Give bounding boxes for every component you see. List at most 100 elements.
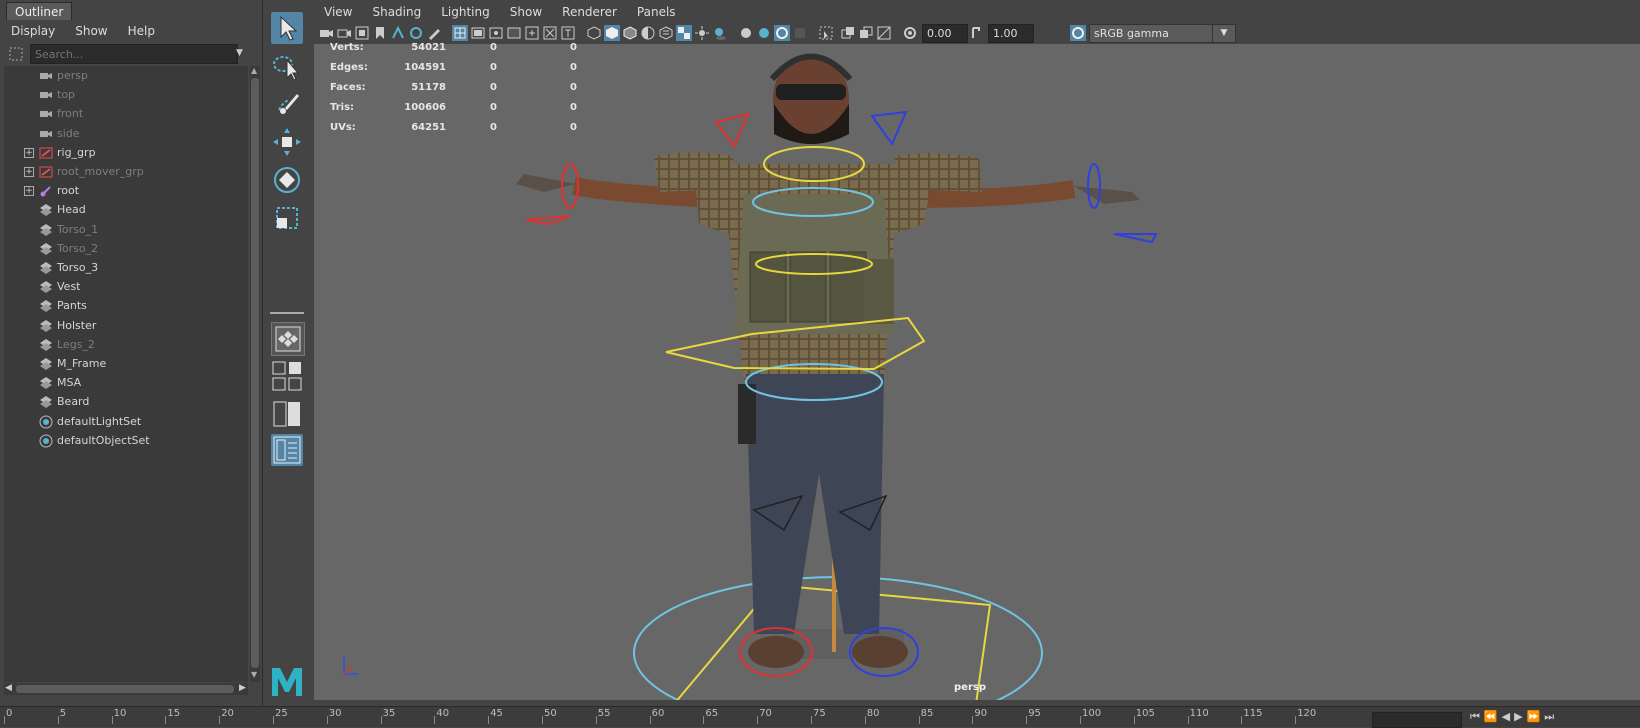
outliner-item-torso-1[interactable]: Torso_1 [4,220,248,240]
outliner-item-m-frame[interactable]: M_Frame [4,354,248,374]
motion-blur-icon[interactable] [756,25,772,41]
textured-icon[interactable] [658,25,674,41]
expand-icon[interactable]: + [24,186,34,197]
outliner-layout-button[interactable] [271,434,303,466]
2d-pan-zoom-icon[interactable] [408,25,424,41]
panel-menu-renderer[interactable]: Renderer [562,2,617,22]
single-view-layout-button[interactable] [271,322,305,356]
xray-active-icon[interactable] [858,25,874,41]
grease-pencil-icon[interactable] [426,25,442,41]
backface-culling-icon[interactable] [876,25,892,41]
outliner-scroll-thumb[interactable] [251,78,259,668]
outliner-item-beard[interactable]: Beard [4,392,248,412]
xray-joints-icon[interactable] [840,25,856,41]
camera-attributes-icon[interactable] [336,25,352,41]
outliner-item-persp[interactable]: persp [4,66,248,86]
color-space-dropdown[interactable]: sRGB gamma [1089,24,1225,43]
rotate-tool-button[interactable] [271,164,303,196]
step-back-icon[interactable]: ⏪ [1484,710,1502,723]
depth-of-field-icon[interactable] [792,25,808,41]
scroll-left-icon[interactable]: ◀ [5,683,12,693]
outliner-item-side[interactable]: side [4,124,248,144]
outliner-menu-show[interactable]: Show [75,20,107,42]
scroll-right-icon[interactable]: ▶ [239,683,246,693]
outliner-item-defaultlightset[interactable]: defaultLightSet [4,412,248,432]
xray-icon[interactable] [640,25,656,41]
scroll-down-icon[interactable]: ▼ [251,670,257,679]
outliner-item-torso-2[interactable]: Torso_2 [4,239,248,259]
outliner-item-defaultobjectset[interactable]: defaultObjectSet [4,431,248,451]
film-gate-icon[interactable] [470,25,486,41]
search-dropdown-icon[interactable]: ▼ [236,48,243,58]
outliner-item-vest[interactable]: Vest [4,277,248,297]
wireframe-icon[interactable] [586,25,602,41]
panel-menu-lighting[interactable]: Lighting [441,2,490,22]
outliner-search-input[interactable] [30,44,238,64]
outliner-menu-display[interactable]: Display [11,20,55,42]
playback-controls[interactable]: ⏮⏪◀▶⏩⏭ [1470,710,1558,724]
outliner-item-torso-3[interactable]: Torso_3 [4,258,248,278]
go-to-end-icon[interactable]: ⏭ [1544,710,1558,723]
right-eye-control[interactable] [870,110,908,147]
scale-tool-button[interactable] [271,202,303,234]
shadows-icon[interactable] [712,25,728,41]
image-plane-icon[interactable] [390,25,406,41]
left-pole-vector[interactable] [525,215,571,226]
grid-icon[interactable] [452,25,468,41]
color-management-icon[interactable] [1070,25,1086,41]
panel-menu-shading[interactable]: Shading [372,2,421,22]
four-view-layout-button[interactable] [271,360,303,392]
resolution-gate-icon[interactable] [488,25,504,41]
search-filter-icon[interactable] [8,46,24,62]
go-to-start-icon[interactable]: ⏮ [1470,710,1484,723]
left-eye-control[interactable] [714,112,750,148]
gamma-icon[interactable] [968,25,984,41]
bookmark-icon[interactable] [372,25,388,41]
color-space-dropdown-icon[interactable]: ▼ [1212,24,1236,43]
outliner-item-top[interactable]: top [4,85,248,105]
outliner-item-head[interactable]: Head [4,200,248,220]
safe-action-icon[interactable] [542,25,558,41]
viewport-3d[interactable] [314,44,1640,700]
expand-icon[interactable]: + [24,147,34,158]
field-chart-icon[interactable] [524,25,540,41]
outliner-item-front[interactable]: front [4,104,248,124]
play-forward-icon[interactable]: ▶ [1514,710,1526,723]
screen-space-ao-icon[interactable] [738,25,754,41]
isolate-select-icon[interactable] [818,25,834,41]
lighting-icon[interactable] [694,25,710,41]
outliner-item-root-mover-grp[interactable]: + root_mover_grp [4,162,248,182]
smooth-shade-icon[interactable] [604,25,620,41]
expand-icon[interactable]: + [24,167,34,177]
move-tool-button[interactable] [271,126,303,158]
step-forward-icon[interactable]: ⏩ [1527,710,1545,723]
wireframe-on-shaded-icon[interactable] [622,25,638,41]
panel-menu-show[interactable]: Show [510,2,542,22]
outliner-item-pants[interactable]: Pants [4,296,248,316]
right-pole-vector[interactable] [1113,233,1158,244]
select-camera-icon[interactable] [318,25,334,41]
character-scene[interactable] [314,44,1640,700]
exposure-icon[interactable] [902,25,918,41]
right-wrist-control[interactable] [1087,163,1101,209]
outliner-item-root[interactable]: + root [4,181,248,201]
outliner-item-holster[interactable]: Holster [4,316,248,336]
outliner-item-msa[interactable]: MSA [4,373,248,393]
gate-mask-icon[interactable] [506,25,522,41]
checker-icon[interactable] [676,25,692,41]
two-view-layout-button[interactable] [271,398,303,430]
panel-menu-panels[interactable]: Panels [637,2,676,22]
anti-aliasing-icon[interactable] [774,25,790,41]
safe-title-icon[interactable] [560,25,576,41]
play-backward-icon[interactable]: ◀ [1502,710,1514,723]
outliner-item-rig-grp[interactable]: + rig_grp [4,143,248,163]
bookmarks-icon[interactable] [354,25,370,41]
select-tool-button[interactable] [271,12,303,44]
exposure-field[interactable]: 0.00 [922,24,968,43]
panel-menu-view[interactable]: View [324,2,352,22]
outliner-item-legs-2[interactable]: Legs_2 [4,335,248,355]
outliner-tab[interactable]: Outliner [6,2,73,21]
outliner-menu-help[interactable]: Help [128,20,155,42]
outliner-hscroll-thumb[interactable] [16,685,234,693]
gamma-field[interactable]: 1.00 [988,24,1034,43]
